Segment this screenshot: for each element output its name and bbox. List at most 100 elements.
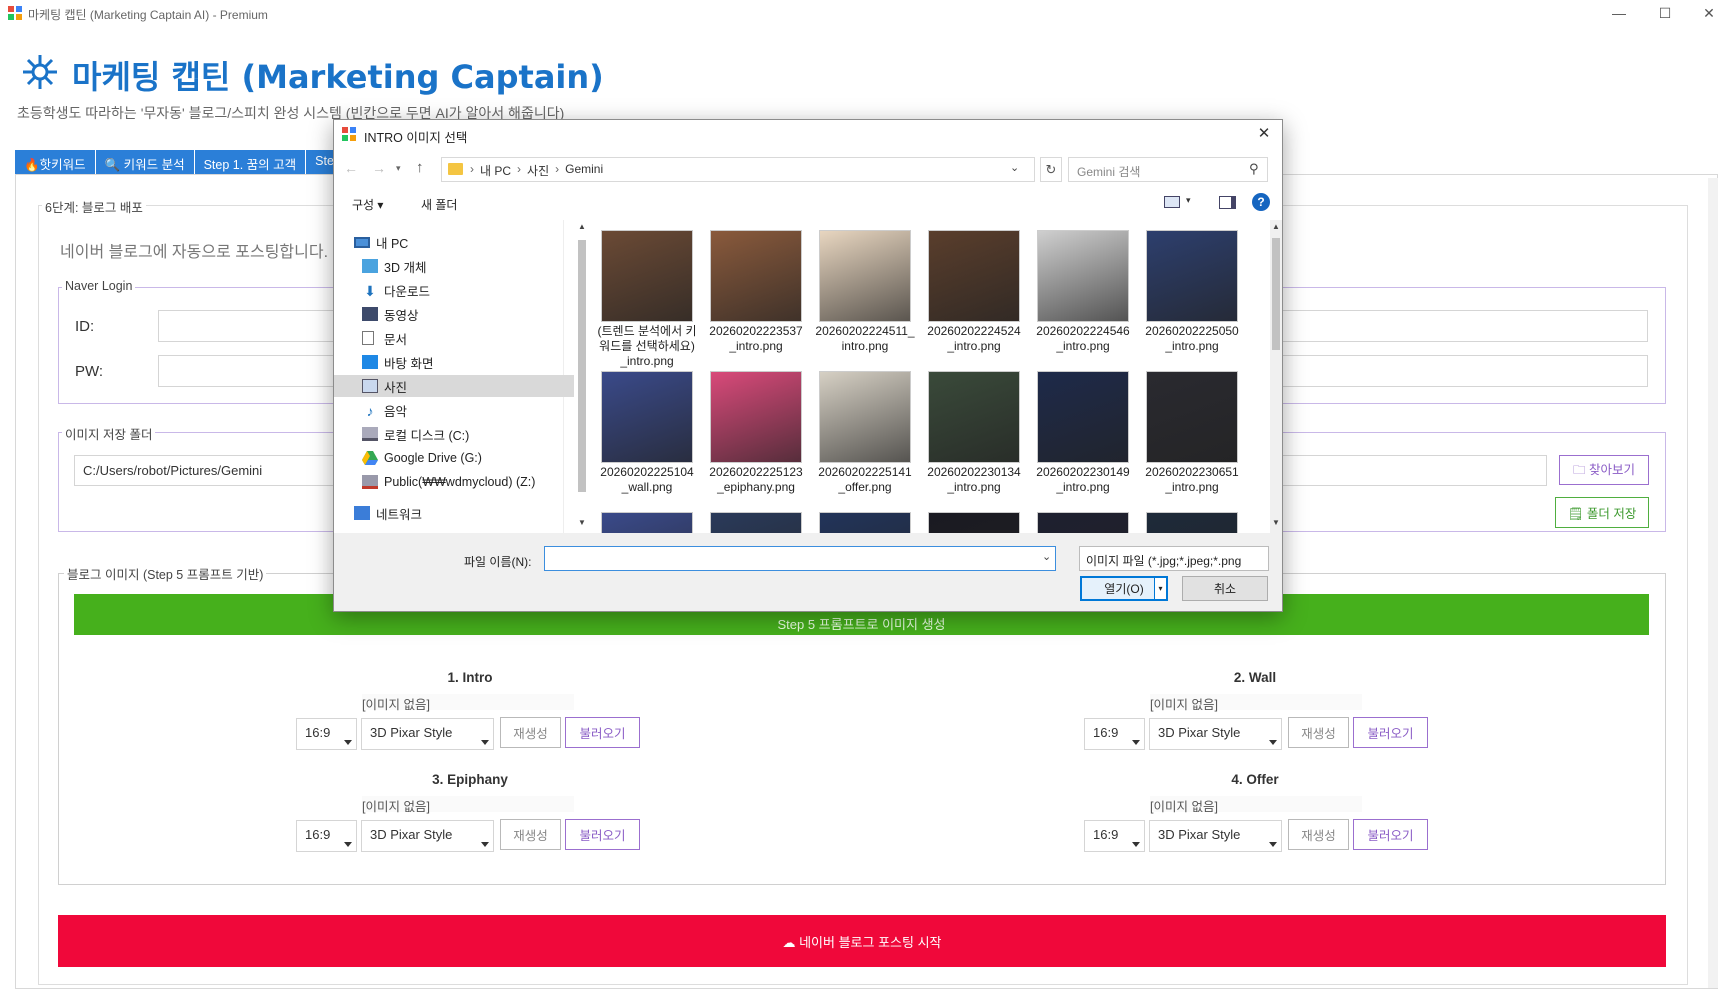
main-scrollbar[interactable] [1708, 178, 1718, 988]
file-item[interactable]: 20260202225141_offer.png [815, 371, 915, 495]
tree-item-pictures[interactable]: 사진 [334, 375, 574, 397]
filename-input[interactable] [544, 546, 1056, 571]
image-thumbnail [1037, 512, 1129, 533]
file-item[interactable]: 20260202225050_intro.png [1142, 230, 1242, 354]
file-item[interactable] [1033, 512, 1133, 533]
minimize-button[interactable]: — [1596, 0, 1642, 26]
tree-item-desktop[interactable]: 바탕 화면 [362, 351, 572, 373]
recent-chevron-icon[interactable]: ▾ [396, 163, 401, 174]
tree-item-downloads[interactable]: ⬇ 다운로드 [362, 279, 572, 301]
file-open-dialog: INTRO 이미지 선택 ✕ ← → ▾ ↑ › 내 PC › 사진 › Gem… [333, 119, 1283, 612]
new-folder-button[interactable]: 새 폴더 [421, 196, 457, 213]
slot-offer-regen-button[interactable]: 재생성 [1288, 819, 1349, 850]
file-item[interactable]: 20260202224546_intro.png [1033, 230, 1133, 354]
tree-scrollbar[interactable]: ▲ ▼ [576, 220, 588, 533]
chevron-down-icon [1132, 842, 1140, 847]
tree-item-public-drive[interactable]: Public(₩₩wdmycloud) (Z:) [362, 471, 572, 493]
breadcrumb-pictures[interactable]: 사진 [527, 162, 549, 179]
close-button[interactable]: ✕ [1686, 0, 1725, 26]
address-bar[interactable]: › 내 PC › 사진 › Gemini ⌄ [441, 157, 1035, 182]
slot-epiphany-load-button[interactable]: 불러오기 [565, 819, 640, 850]
slot-epiphany-style-select[interactable]: 3D Pixar Style [361, 820, 494, 852]
file-name: 20260202225104_wall.png [600, 465, 694, 494]
tree-item-network[interactable]: 네트워크 [354, 502, 564, 524]
file-item[interactable]: 20260202224524_intro.png [924, 230, 1024, 354]
slot-wall-load-button[interactable]: 불러오기 [1353, 717, 1428, 748]
file-item[interactable] [815, 512, 915, 533]
chevron-down-icon [344, 842, 352, 847]
tab-keyword-analysis[interactable]: 🔍 키워드 분석 [95, 150, 195, 174]
address-chevron-icon[interactable]: ⌄ [1010, 161, 1019, 174]
file-item[interactable]: 20260202230149_intro.png [1033, 371, 1133, 495]
tree-label: 네트워크 [376, 507, 423, 522]
slot-wall-style-select[interactable]: 3D Pixar Style [1149, 718, 1282, 750]
tree-item-local-disk[interactable]: 로컬 디스크 (C:) [362, 423, 572, 445]
file-item[interactable] [1142, 512, 1242, 533]
tree-item-videos[interactable]: 동영상 [362, 303, 572, 325]
maximize-button[interactable]: ☐ [1642, 0, 1688, 26]
file-item[interactable]: 20260202225104_wall.png [597, 371, 697, 495]
open-dropdown-icon[interactable]: ▾ [1154, 578, 1166, 599]
slot-intro-style-value: 3D Pixar Style [370, 725, 453, 740]
file-item[interactable] [924, 512, 1024, 533]
file-item[interactable]: (트렌드 분석에서 키워드를 선택하세요)_intro.png [597, 230, 697, 369]
file-item[interactable]: 20260202225123_epiphany.png [706, 371, 806, 495]
organize-menu[interactable]: 구성 ▾ [352, 196, 383, 213]
breadcrumb-pc[interactable]: 내 PC [480, 162, 511, 179]
scroll-down-icon[interactable]: ▼ [1272, 518, 1280, 527]
filetype-select[interactable]: 이미지 파일 (*.jpg;*.jpeg;*.png [1079, 546, 1269, 571]
tab-hot-keyword[interactable]: 🔥핫키워드 [15, 150, 96, 174]
tab-step1[interactable]: Step 1. 꿈의 고객 [194, 150, 307, 174]
preview-pane-icon[interactable] [1219, 196, 1236, 209]
slot-offer-ratio-select[interactable]: 16:9 [1084, 820, 1145, 852]
pw-label: PW: [75, 363, 104, 380]
up-arrow-icon[interactable]: ↑ [416, 159, 424, 176]
slot-wall-regen-button[interactable]: 재생성 [1288, 717, 1349, 748]
scroll-up-icon[interactable]: ▲ [1272, 222, 1280, 231]
dialog-close-button[interactable]: ✕ [1254, 124, 1274, 144]
files-scroll-thumb[interactable] [1272, 238, 1280, 350]
slot-offer-load-button[interactable]: 불러오기 [1353, 819, 1428, 850]
help-icon[interactable]: ? [1252, 193, 1270, 211]
tree-item-pc[interactable]: 내 PC [354, 231, 564, 253]
browse-folder-button[interactable]: 🗀 찾아보기 [1559, 455, 1649, 485]
slot-epiphany-regen-button[interactable]: 재생성 [500, 819, 561, 850]
tree-item-3d-objects[interactable]: 3D 개체 [362, 255, 572, 277]
view-mode-icon[interactable] [1164, 196, 1180, 208]
image-thumbnail [819, 371, 911, 463]
slot-intro-regen-button[interactable]: 재생성 [500, 717, 561, 748]
file-item[interactable] [706, 512, 806, 533]
slot-intro-style-select[interactable]: 3D Pixar Style [361, 718, 494, 750]
file-item[interactable]: 20260202224511_intro.png [815, 230, 915, 354]
3d-objects-icon [362, 259, 378, 273]
scroll-up-icon[interactable]: ▲ [578, 222, 586, 231]
slot-epiphany-ratio-select[interactable]: 16:9 [296, 820, 357, 852]
start-posting-button[interactable]: ☁ 네이버 블로그 포스팅 시작 [58, 915, 1666, 967]
file-item[interactable] [597, 512, 697, 533]
file-name: 20260202224511_intro.png [815, 324, 915, 353]
tree-item-documents[interactable]: 문서 [362, 327, 572, 349]
file-item[interactable]: 20260202223537_intro.png [706, 230, 806, 354]
slot-intro-ratio-select[interactable]: 16:9 [296, 718, 357, 750]
slot-wall-ratio-select[interactable]: 16:9 [1084, 718, 1145, 750]
view-chevron-icon[interactable]: ▾ [1186, 195, 1191, 206]
refresh-icon[interactable]: ↻ [1040, 157, 1062, 182]
back-arrow-icon[interactable]: ← [344, 160, 358, 176]
filename-chevron-icon[interactable]: ⌄ [1042, 550, 1051, 563]
tree-scroll-thumb[interactable] [578, 240, 586, 492]
file-item[interactable]: 20260202230651_intro.png [1142, 371, 1242, 495]
scroll-down-icon[interactable]: ▼ [578, 518, 586, 527]
tree-item-music[interactable]: ♪ 음악 [362, 399, 572, 421]
slot-offer-style-select[interactable]: 3D Pixar Style [1149, 820, 1282, 852]
tree-item-google-drive[interactable]: Google Drive (G:) [362, 447, 572, 469]
files-scrollbar[interactable]: ▲ ▼ [1270, 220, 1282, 533]
slot-intro-load-button[interactable]: 불러오기 [565, 717, 640, 748]
cancel-button[interactable]: 취소 [1182, 576, 1268, 601]
breadcrumb-gemini[interactable]: Gemini [565, 162, 603, 179]
save-folder-button[interactable]: 🗒 폴더 저장 [1555, 497, 1649, 528]
image-thumbnail [601, 371, 693, 463]
file-item[interactable]: 20260202230134_intro.png [924, 371, 1024, 495]
forward-arrow-icon[interactable]: → [372, 160, 386, 176]
file-grid: (트렌드 분석에서 키워드를 선택하세요)_intro.png 202602022… [589, 220, 1269, 533]
search-box[interactable]: Gemini 검색 ⚲ [1068, 157, 1268, 182]
